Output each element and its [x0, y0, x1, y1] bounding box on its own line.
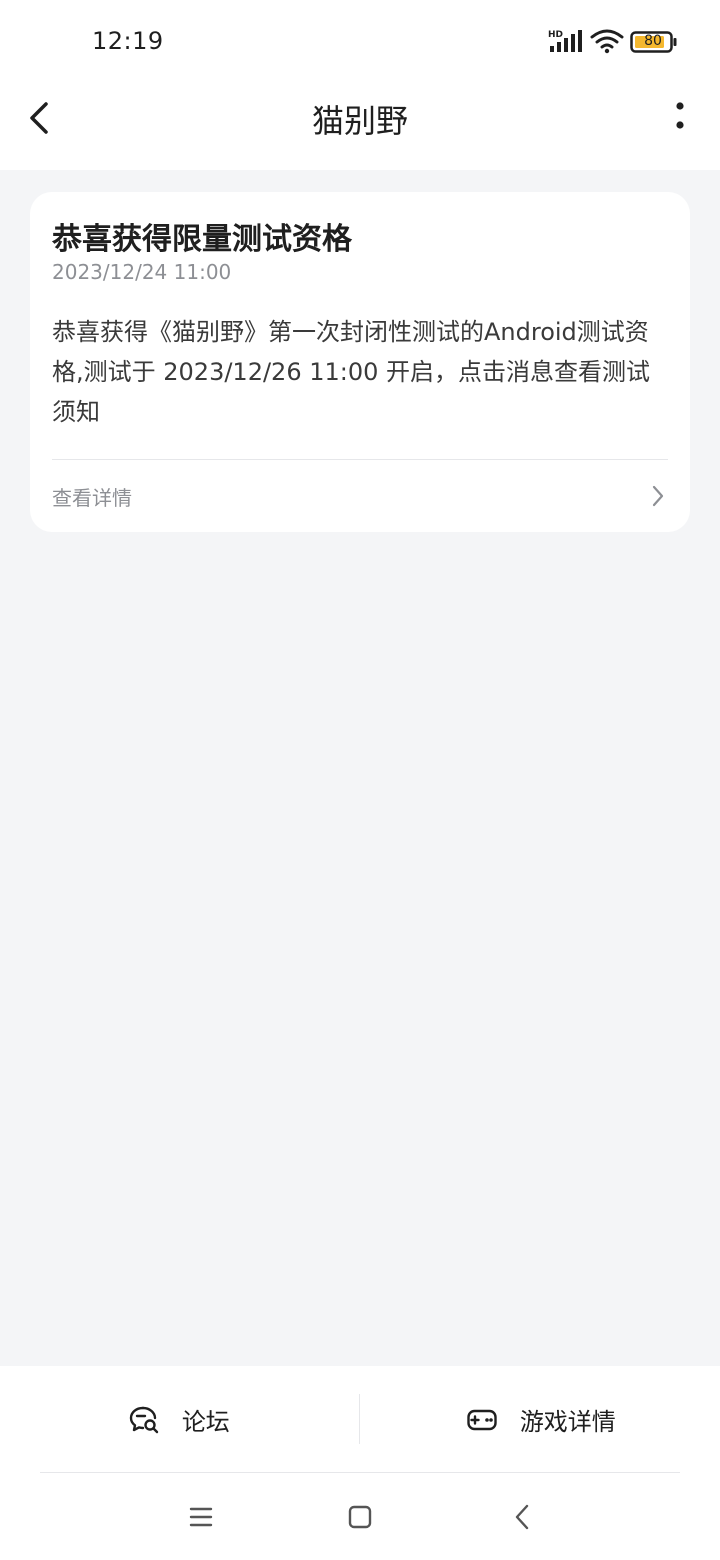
- gamepad-icon: [467, 1409, 497, 1430]
- view-details-link[interactable]: 查看详情: [52, 468, 668, 524]
- chevron-right-icon: [652, 485, 664, 507]
- status-bar: 12:19 HD 80: [0, 0, 720, 80]
- card-divider: [52, 459, 668, 460]
- nav-divider: [40, 1472, 680, 1473]
- menu-icon[interactable]: [186, 1502, 216, 1532]
- more-vertical-icon[interactable]: [670, 98, 690, 138]
- screen: 12:19 HD 80 猫别野 恭喜获得限量测试资格 2023/12/24 11…: [0, 0, 720, 1560]
- message-card[interactable]: 恭喜获得限量测试资格 2023/12/24 11:00 恭喜获得《猫别野》第一次…: [30, 192, 690, 532]
- page-title: 猫别野: [311, 102, 408, 140]
- status-time: 12:19: [92, 27, 164, 55]
- forum-label: 论坛: [181, 1408, 230, 1436]
- system-nav-bar: [0, 1472, 720, 1560]
- battery-level: 80: [644, 33, 662, 49]
- back-chevron-icon[interactable]: [508, 1502, 538, 1532]
- forum-button-content: 论坛: [0, 1402, 358, 1436]
- signal-icon: HD: [548, 30, 582, 52]
- game-details-button[interactable]: 游戏详情: [362, 1366, 720, 1472]
- home-square-icon[interactable]: [345, 1502, 375, 1532]
- game-details-label: 游戏详情: [519, 1408, 616, 1436]
- game-details-button-content: 游戏详情: [362, 1402, 720, 1436]
- view-details-label: 查看详情: [52, 486, 132, 510]
- forum-button[interactable]: 论坛: [0, 1366, 358, 1472]
- message-time: 2023/12/24 11:00: [52, 260, 232, 284]
- message-title: 恭喜获得限量测试资格: [52, 222, 352, 257]
- chat-search-icon: [129, 1406, 159, 1433]
- wifi-icon: [590, 29, 624, 54]
- bottom-action-bar: 论坛 游戏详情: [0, 1366, 720, 1472]
- message-body: 恭喜获得《猫别野》第一次封闭性测试的Android测试资格,测试于 2023/1…: [52, 318, 651, 426]
- title-bar: 猫别野: [0, 80, 720, 170]
- bottom-bar-separator: [359, 1394, 360, 1444]
- svg-text:HD: HD: [548, 30, 563, 40]
